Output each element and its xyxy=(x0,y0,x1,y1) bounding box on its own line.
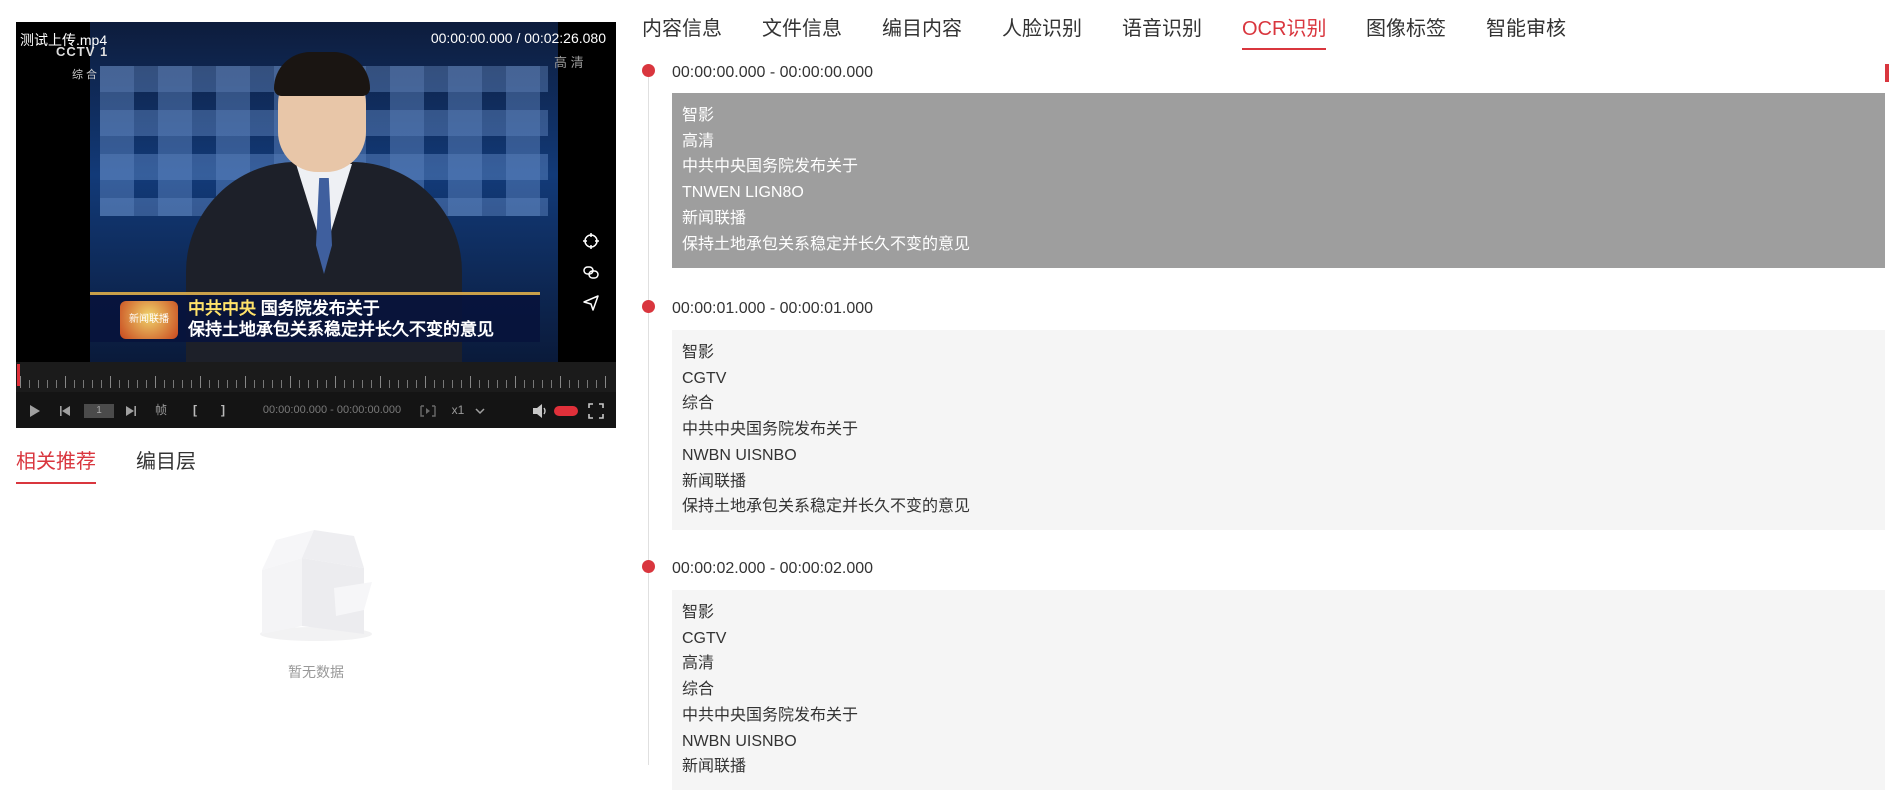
mark-out-button[interactable]: ] xyxy=(216,392,230,428)
ocr-line: NWBN UISNBO xyxy=(682,732,797,750)
segment-time[interactable]: 00:00:00.000 - 00:00:00.000 xyxy=(672,64,873,82)
frame-label: 帧 xyxy=(154,403,167,417)
caption-line1: 国务院发布关于 xyxy=(256,299,380,318)
ocr-line: 中共中央国务院发布关于 xyxy=(682,158,859,176)
empty-box-icon xyxy=(254,518,378,644)
link-icon[interactable] xyxy=(582,263,600,281)
tab-catalog-content[interactable]: 编目内容 xyxy=(882,14,962,52)
frame-input[interactable]: 1 xyxy=(84,404,114,418)
caption-line2: 保持土地承包关系稳定并长久不变的意见 xyxy=(188,320,494,339)
timeline-dot xyxy=(642,560,655,573)
tab-image-tags[interactable]: 图像标签 xyxy=(1366,14,1446,52)
progress-track[interactable] xyxy=(16,362,616,392)
ocr-segment[interactable]: 智影 高清 中共中央国务院发布关于 TNWEN LIGN8O 新闻联播 保持土地… xyxy=(672,93,1885,268)
news-caption: 新闻联播 中共中央 国务院发布关于 保持土地承包关系稳定并长久不变的意见 xyxy=(90,292,540,342)
tab-related[interactable]: 相关推荐 xyxy=(16,448,96,484)
ocr-line: 智影 xyxy=(682,107,715,124)
channel-sub: 综 合 xyxy=(72,69,98,81)
ocr-segment[interactable]: 智影 CGTV 综合 中共中央国务院发布关于 NWBN UISNBO 新闻联播 … xyxy=(672,330,1885,530)
play-head[interactable] xyxy=(17,364,20,386)
hd-mark: 高 清 xyxy=(554,55,584,70)
ocr-segment[interactable]: 智影 CGTV 高清 综合 中共中央国务院发布关于 NWBN UISNBO 新闻… xyxy=(672,590,1885,790)
ocr-line: NWBN UISNBO xyxy=(682,446,797,464)
fullscreen-icon[interactable] xyxy=(586,392,606,428)
volume-icon[interactable] xyxy=(530,392,550,428)
segment-time[interactable]: 00:00:01.000 - 00:00:01.000 xyxy=(672,300,873,318)
timeline-dot xyxy=(642,64,655,77)
play-icon[interactable] xyxy=(24,392,44,428)
ocr-line: 高清 xyxy=(682,132,715,150)
ocr-line: 中共中央国务院发布关于 xyxy=(682,706,859,724)
player-controls: 1 帧 [ ] 00:00:00.000 - 00:00:00.000 x1 xyxy=(16,392,616,428)
ocr-line: 高清 xyxy=(682,655,715,673)
speed-label[interactable]: x1 xyxy=(448,392,468,428)
ocr-line: 保持土地承包关系稳定并长久不变的意见 xyxy=(682,498,971,516)
time-display: 00:00:00.000 / 00:02:26.080 xyxy=(430,30,606,46)
video-frame[interactable]: 新闻联播 中共中央 国务院发布关于 保持土地承包关系稳定并长久不变的意见 CCT… xyxy=(16,22,616,362)
caption-logo: 新闻联播 xyxy=(120,301,178,339)
send-icon[interactable] xyxy=(582,294,600,312)
ocr-line: 新闻联播 xyxy=(682,758,747,776)
progress-ticks-major xyxy=(20,376,612,388)
timeline-dot xyxy=(642,300,655,313)
tab-speech-recognition[interactable]: 语音识别 xyxy=(1122,14,1202,52)
ocr-line: CGTV xyxy=(682,369,727,387)
ocr-line: 综合 xyxy=(682,681,715,699)
volume-slider[interactable] xyxy=(554,406,578,416)
tab-smart-review[interactable]: 智能审核 xyxy=(1486,14,1566,52)
target-icon[interactable] xyxy=(582,232,600,250)
ocr-line: 综合 xyxy=(682,395,715,413)
ocr-line: CGTV xyxy=(682,629,727,647)
ocr-line: 新闻联播 xyxy=(682,472,747,490)
tab-ocr-recognition[interactable]: OCR识别 xyxy=(1242,14,1327,52)
ocr-line: 智影 xyxy=(682,344,715,361)
range-time: 00:00:00.000 - 00:00:00.000 xyxy=(262,404,402,416)
caption-text: 中共中央 国务院发布关于 保持土地承包关系稳定并长久不变的意见 xyxy=(188,298,494,340)
empty-text: 暂无数据 xyxy=(288,664,344,680)
step-back-icon[interactable] xyxy=(56,392,76,428)
anchor-hair xyxy=(274,52,370,96)
tab-face-recognition[interactable]: 人脸识别 xyxy=(1002,14,1082,52)
segment-time[interactable]: 00:00:02.000 - 00:00:02.000 xyxy=(672,560,873,578)
caption-line1-highlight: 中共中央 xyxy=(188,299,256,318)
ocr-line: TNWEN LIGN8O xyxy=(682,184,804,202)
ocr-line: 新闻联播 xyxy=(682,209,747,227)
file-name: 测试上传.mp4 xyxy=(20,32,108,48)
mark-icon[interactable] xyxy=(416,392,440,428)
scroll-marker xyxy=(1885,64,1889,82)
ocr-line: 中共中央国务院发布关于 xyxy=(682,421,859,439)
tab-file-info[interactable]: 文件信息 xyxy=(762,14,842,52)
ocr-line: 保持土地承包关系稳定并长久不变的意见 xyxy=(682,235,971,253)
video-player[interactable]: 新闻联播 中共中央 国务院发布关于 保持土地承包关系稳定并长久不变的意见 CCT… xyxy=(16,22,616,428)
tab-content-info[interactable]: 内容信息 xyxy=(642,14,722,52)
mark-in-button[interactable]: [ xyxy=(188,392,202,428)
ocr-line: 智影 xyxy=(682,604,715,621)
step-forward-icon[interactable] xyxy=(120,392,140,428)
tab-catalog-layer[interactable]: 编目层 xyxy=(136,448,196,484)
chevron-down-icon[interactable] xyxy=(472,392,488,428)
timeline-line xyxy=(648,70,649,765)
